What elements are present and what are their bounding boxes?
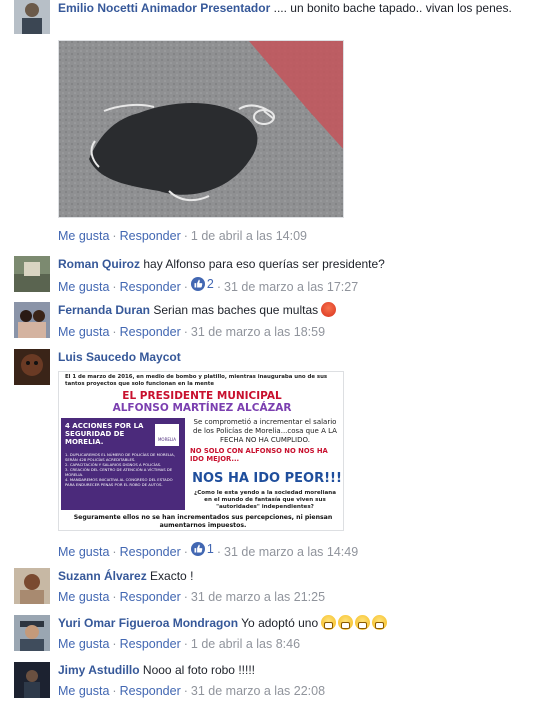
comment-actions: Me gusta · Responder · 2 · 31 de marzo a las 1… bbox=[58, 277, 359, 294]
comment-photo-pothole[interactable] bbox=[58, 40, 344, 218]
comment-actions: Me gusta · Responder · 31 de marzo a las 21:… bbox=[58, 590, 326, 604]
box-item: 4. MANDAREMOS INICIATIVA AL CONGRESO DEL… bbox=[65, 477, 173, 487]
comment-text: .... un bonito bache tapado.. vivan los … bbox=[273, 1, 512, 15]
timestamp[interactable]: 31 de marzo a las 22:08 bbox=[191, 684, 325, 698]
avatar[interactable] bbox=[14, 349, 50, 385]
poster-footer: Seguramente ellos no se han incrementado… bbox=[73, 514, 333, 529]
angry-face-icon bbox=[321, 302, 337, 317]
like-link[interactable]: Me gusta bbox=[58, 590, 109, 604]
avatar[interactable] bbox=[14, 615, 50, 651]
comment-text: hay Alfonso para eso querías ser preside… bbox=[143, 257, 385, 271]
comment-author[interactable]: Jimy Astudillo bbox=[58, 663, 140, 677]
poster-worse: NOS HA IDO PEOR!!! bbox=[192, 471, 342, 486]
like-link[interactable]: Me gusta bbox=[58, 545, 109, 559]
reply-link[interactable]: Responder bbox=[120, 684, 181, 698]
timestamp[interactable]: 1 de abril a las 14:09 bbox=[191, 229, 307, 243]
comment-text: Serian mas baches que multas bbox=[153, 303, 319, 317]
like-link[interactable]: Me gusta bbox=[58, 325, 109, 339]
poster-heading-1: EL PRESIDENTE MUNICIPAL bbox=[122, 390, 282, 402]
comment-author[interactable]: Fernanda Duran bbox=[58, 303, 150, 317]
comment-actions: Me gusta · Responder · 1 de abril a las 14:0… bbox=[58, 229, 307, 243]
comment-author[interactable]: Suzann Álvarez bbox=[58, 569, 147, 583]
poster-action-box: 4 ACCIONES POR LA SEGURIDAD DE MORELIA. … bbox=[61, 418, 185, 510]
avatar[interactable] bbox=[14, 568, 50, 604]
comment-text: Yo adoptó uno bbox=[241, 616, 319, 630]
grinning-face-icon bbox=[321, 615, 337, 630]
box-item: 3. CREACIÓN DEL CENTRO DE ATENCIÓN A VÍC… bbox=[65, 467, 173, 477]
comment-photo-poster[interactable]: El 1 de marzo de 2016, en medio de bombo… bbox=[58, 371, 344, 531]
timestamp[interactable]: 1 de abril a las 8:46 bbox=[191, 637, 300, 651]
morelia-logo: MORELIA bbox=[155, 424, 179, 446]
comment-text: Exacto ! bbox=[150, 569, 194, 583]
like-link[interactable]: Me gusta bbox=[58, 684, 109, 698]
like-count[interactable]: 2 bbox=[190, 277, 214, 291]
timestamp[interactable]: 31 de marzo a las 18:59 bbox=[191, 325, 325, 339]
reply-link[interactable]: Responder bbox=[120, 280, 181, 294]
grinning-face-icon bbox=[372, 615, 388, 630]
comment-author[interactable]: Roman Quiroz bbox=[58, 257, 140, 271]
poster-not-only: NO SOLO CON ALFONSO NO NOS HA IDO MEJOR.… bbox=[190, 447, 328, 463]
like-count-value: 1 bbox=[206, 542, 214, 556]
poster-heading-2: ALFONSO MARTÍNEZ ALCÁZAR bbox=[112, 402, 292, 414]
comment-author[interactable]: Emilio Nocetti Animador Presentador bbox=[58, 1, 270, 15]
box-items: 1. DUPLICAREMOS EL NÚMERO DE POLICÍAS DE… bbox=[65, 452, 181, 487]
reply-link[interactable]: Responder bbox=[120, 590, 181, 604]
timestamp[interactable]: 31 de marzo a las 14:49 bbox=[224, 545, 358, 559]
like-link[interactable]: Me gusta bbox=[58, 229, 109, 243]
comment-author[interactable]: Yuri Omar Figueroa Mondragon bbox=[58, 616, 238, 630]
thumbs-up-icon bbox=[190, 542, 205, 556]
avatar[interactable] bbox=[14, 256, 50, 292]
morelia-logo-text: MORELIA bbox=[157, 437, 177, 442]
comment-text: Nooo al foto robo !!!!! bbox=[142, 663, 255, 677]
avatar[interactable] bbox=[14, 0, 50, 34]
avatar[interactable] bbox=[14, 662, 50, 698]
like-link[interactable]: Me gusta bbox=[58, 637, 109, 651]
box-title: 4 ACCIONES POR LA SEGURIDAD DE MORELIA. bbox=[65, 422, 144, 446]
comment-author[interactable]: Luis Saucedo Maycot bbox=[58, 350, 181, 364]
box-item: 1. DUPLICAREMOS EL NÚMERO DE POLICÍAS DE… bbox=[65, 452, 175, 462]
like-link[interactable]: Me gusta bbox=[58, 280, 109, 294]
like-count-value: 2 bbox=[206, 277, 214, 291]
reply-link[interactable]: Responder bbox=[120, 545, 181, 559]
avatar[interactable] bbox=[14, 302, 50, 338]
timestamp[interactable]: 31 de marzo a las 17:27 bbox=[224, 280, 358, 294]
poster-intro: El 1 de marzo de 2016, en medio de bombo… bbox=[65, 374, 328, 387]
thumbs-up-icon bbox=[190, 277, 205, 291]
reply-link[interactable]: Responder bbox=[120, 229, 181, 243]
grinning-face-icon bbox=[338, 615, 354, 630]
reply-link[interactable]: Responder bbox=[120, 637, 181, 651]
grinning-face-icons bbox=[321, 615, 389, 630]
timestamp[interactable]: 31 de marzo a las 21:25 bbox=[191, 590, 325, 604]
reply-link[interactable]: Responder bbox=[120, 325, 181, 339]
comment-actions: Me gusta · Responder · 31 de marzo a las 18:… bbox=[58, 325, 326, 339]
poster-promise: Se comprometió a incrementar el salario … bbox=[193, 418, 337, 444]
comment-actions: Me gusta · Responder · 1 de abril a las 8:46 bbox=[58, 637, 301, 651]
poster-question: ¿Como le esta yendo a la sociedad moreli… bbox=[193, 490, 337, 510]
like-count[interactable]: 1 bbox=[190, 542, 214, 556]
comment-actions: Me gusta · Responder · 1 · 31 de marzo a las 1… bbox=[58, 542, 359, 559]
comment-actions: Me gusta · Responder · 31 de marzo a las 22:… bbox=[58, 684, 326, 698]
grinning-face-icon bbox=[355, 615, 371, 630]
